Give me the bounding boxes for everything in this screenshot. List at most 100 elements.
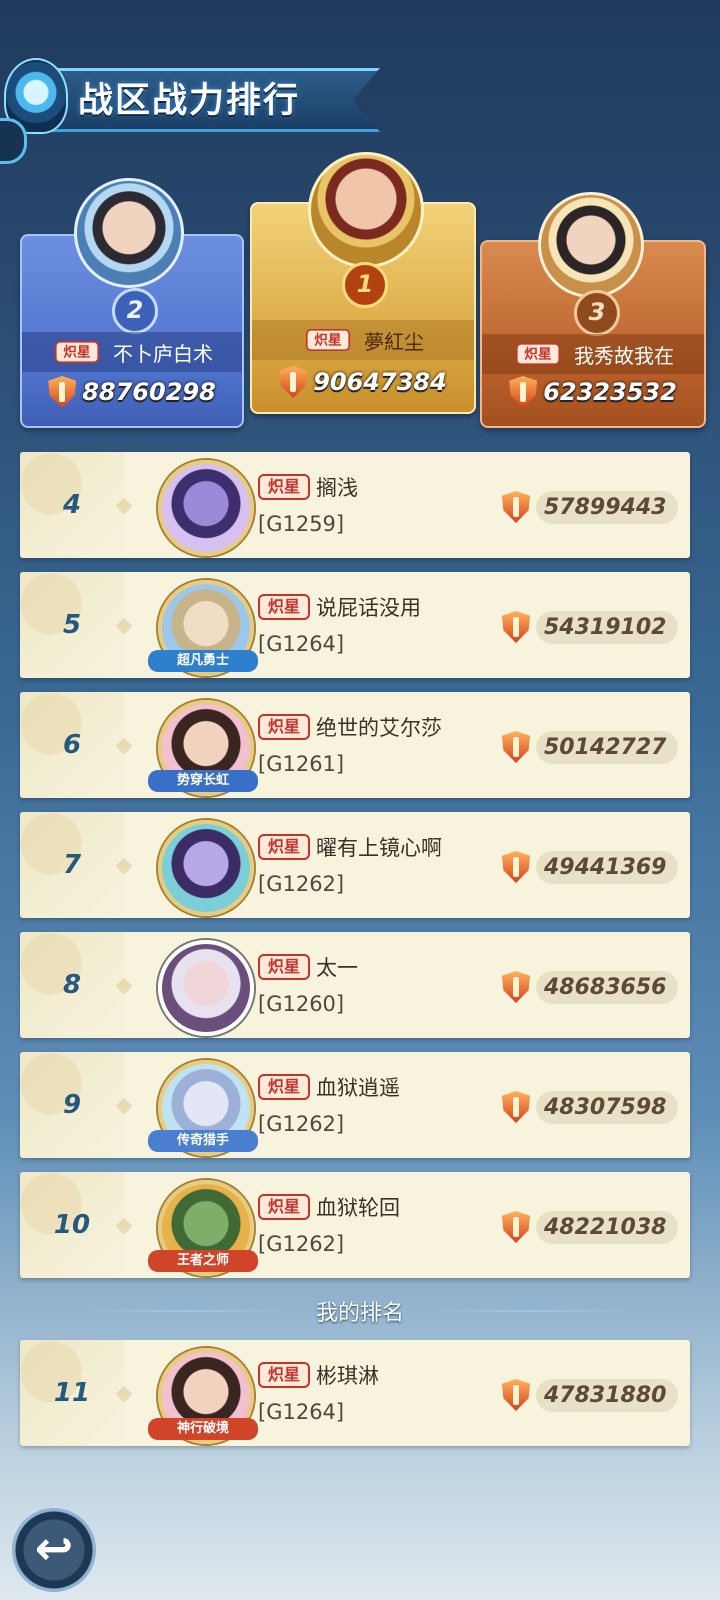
power-value: 50142727 (536, 730, 679, 764)
player-name-bar: 炽星 夢紅尘 (252, 320, 474, 360)
avatar (74, 178, 184, 288)
power-display: 62323532 (482, 376, 704, 408)
power-display: 48683656 (502, 968, 690, 1006)
shield-icon (48, 376, 76, 408)
my-rank-divider: 我的排名 (90, 1296, 631, 1326)
title-badge: 炽星 (258, 474, 311, 500)
rank-medal: 1 (342, 262, 388, 308)
frame-label: 传奇猎手 (148, 1130, 258, 1152)
my-ranking-row[interactable]: 11 神行破境 炽星 彬琪淋 [G1264] 47831880 (20, 1340, 690, 1446)
rank-number: 9 (62, 1090, 82, 1120)
frame-label: 王者之师 (148, 1250, 258, 1272)
avatar (308, 152, 424, 268)
podium-rank-1[interactable]: 1 炽星 夢紅尘 90647384 (250, 152, 476, 414)
player-name: 太一 (316, 956, 359, 980)
rank-number: 6 (62, 730, 82, 760)
rank-number: 7 (62, 850, 82, 880)
shield-icon (502, 971, 530, 1003)
title-badge: 炽星 (258, 954, 311, 980)
server-id: [G1261] (258, 752, 345, 776)
shield-icon (502, 611, 530, 643)
title-badge: 炽星 (515, 342, 561, 366)
title-badge: 炽星 (258, 714, 311, 740)
title-badge: 炽星 (305, 328, 351, 352)
power-display: 54319102 (502, 608, 690, 646)
player-name-line: 炽星 搁浅 (258, 472, 358, 502)
podium-rank-2[interactable]: 2 炽星 不卜庐白术 88760298 (20, 178, 244, 428)
title-badge: 炽星 (258, 1194, 311, 1220)
shield-icon (502, 1211, 530, 1243)
divider-line (434, 1310, 631, 1312)
frame-label: 势穿长虹 (148, 770, 258, 792)
title-badge: 炽星 (258, 1362, 311, 1388)
back-button[interactable]: ↩ (12, 1508, 96, 1592)
power-value: 48307598 (536, 1090, 679, 1124)
avatar[interactable] (158, 460, 254, 556)
power-display: 50142727 (502, 728, 690, 766)
frame-label: 超凡勇士 (148, 650, 258, 672)
power-display: 90647384 (252, 366, 474, 398)
server-id: [G1264] (258, 632, 345, 656)
player-name: 曜有上镜心啊 (316, 836, 443, 860)
power-value: 49441369 (536, 850, 679, 884)
power-display: 48307598 (502, 1088, 690, 1126)
shield-icon (279, 366, 307, 398)
rank-number: 4 (62, 490, 82, 520)
divider-line (90, 1310, 286, 1312)
player-name-line: 炽星 血狱轮回 (258, 1192, 400, 1222)
player-name-line: 炽星 太一 (258, 952, 358, 982)
player-name-line: 炽星 曜有上镜心啊 (258, 832, 442, 862)
shield-icon (502, 491, 530, 523)
power-display: 47831880 (502, 1376, 690, 1414)
server-id: [G1264] (258, 1400, 345, 1424)
player-name-line: 炽星 说屁话没用 (258, 592, 421, 622)
player-name: 血狱逍遥 (316, 1076, 401, 1100)
power-value: 90647384 (313, 368, 447, 396)
power-value: 48221038 (536, 1210, 679, 1244)
frame-label: 神行破境 (148, 1418, 258, 1440)
ranking-row-4[interactable]: 4 炽星 搁浅 [G1259] 57899443 (20, 452, 690, 558)
player-name: 绝世的艾尔莎 (316, 716, 443, 740)
server-id: [G1262] (258, 1232, 345, 1256)
title-badge: 炽星 (54, 340, 100, 364)
power-display: 49441369 (502, 848, 690, 886)
player-name: 夢紅尘 (364, 329, 424, 354)
player-name-line: 炽星 绝世的艾尔莎 (258, 712, 442, 742)
shield-icon (502, 731, 530, 763)
server-id: [G1262] (258, 1112, 345, 1136)
ranking-row-7[interactable]: 7 炽星 曜有上镜心啊 [G1262] 49441369 (20, 812, 690, 918)
avatar[interactable] (158, 820, 254, 916)
title-badge: 炽星 (258, 594, 311, 620)
ranking-row-6[interactable]: 6 势穿长虹 炽星 绝世的艾尔莎 [G1261] 50142727 (20, 692, 690, 798)
shield-icon (502, 851, 530, 883)
shield-icon (502, 1091, 530, 1123)
power-value: 88760298 (82, 378, 216, 406)
power-value: 48683656 (536, 970, 679, 1004)
rank-number: 10 (53, 1210, 91, 1240)
ranking-row-8[interactable]: 8 炽星 太一 [G1260] 48683656 (20, 932, 690, 1038)
power-display: 88760298 (22, 376, 242, 408)
rank-medal: 2 (112, 288, 158, 334)
player-name-bar: 炽星 不卜庐白术 (22, 332, 242, 372)
player-name: 不卜庐白术 (113, 341, 213, 366)
my-rank-label: 我的排名 (316, 1301, 405, 1326)
back-arrow-icon: ↩ (34, 1521, 74, 1575)
player-name: 搁浅 (316, 476, 359, 500)
avatar (538, 192, 644, 298)
server-id: [G1262] (258, 872, 345, 896)
ranking-row-5[interactable]: 5 超凡勇士 炽星 说屁话没用 [G1264] 54319102 (20, 572, 690, 678)
power-value: 54319102 (536, 610, 679, 644)
server-id: [G1260] (258, 992, 345, 1016)
rank-number: 8 (62, 970, 82, 1000)
ranking-row-9[interactable]: 9 传奇猎手 炽星 血狱逍遥 [G1262] 48307598 (20, 1052, 690, 1158)
shield-icon (509, 376, 537, 408)
ranking-row-10[interactable]: 10 王者之师 炽星 血狱轮回 [G1262] 48221038 (20, 1172, 690, 1278)
player-name: 说屁话没用 (316, 596, 422, 620)
avatar[interactable] (158, 940, 254, 1036)
player-name-line: 炽星 彬琪淋 (258, 1360, 379, 1390)
shield-icon (502, 1379, 530, 1411)
title-badge: 炽星 (258, 1074, 311, 1100)
podium-rank-3[interactable]: 3 炽星 我秀故我在 62323532 (480, 192, 706, 428)
player-name-bar: 炽星 我秀故我在 (482, 334, 704, 374)
page-title: 战区战力排行 (78, 81, 301, 121)
